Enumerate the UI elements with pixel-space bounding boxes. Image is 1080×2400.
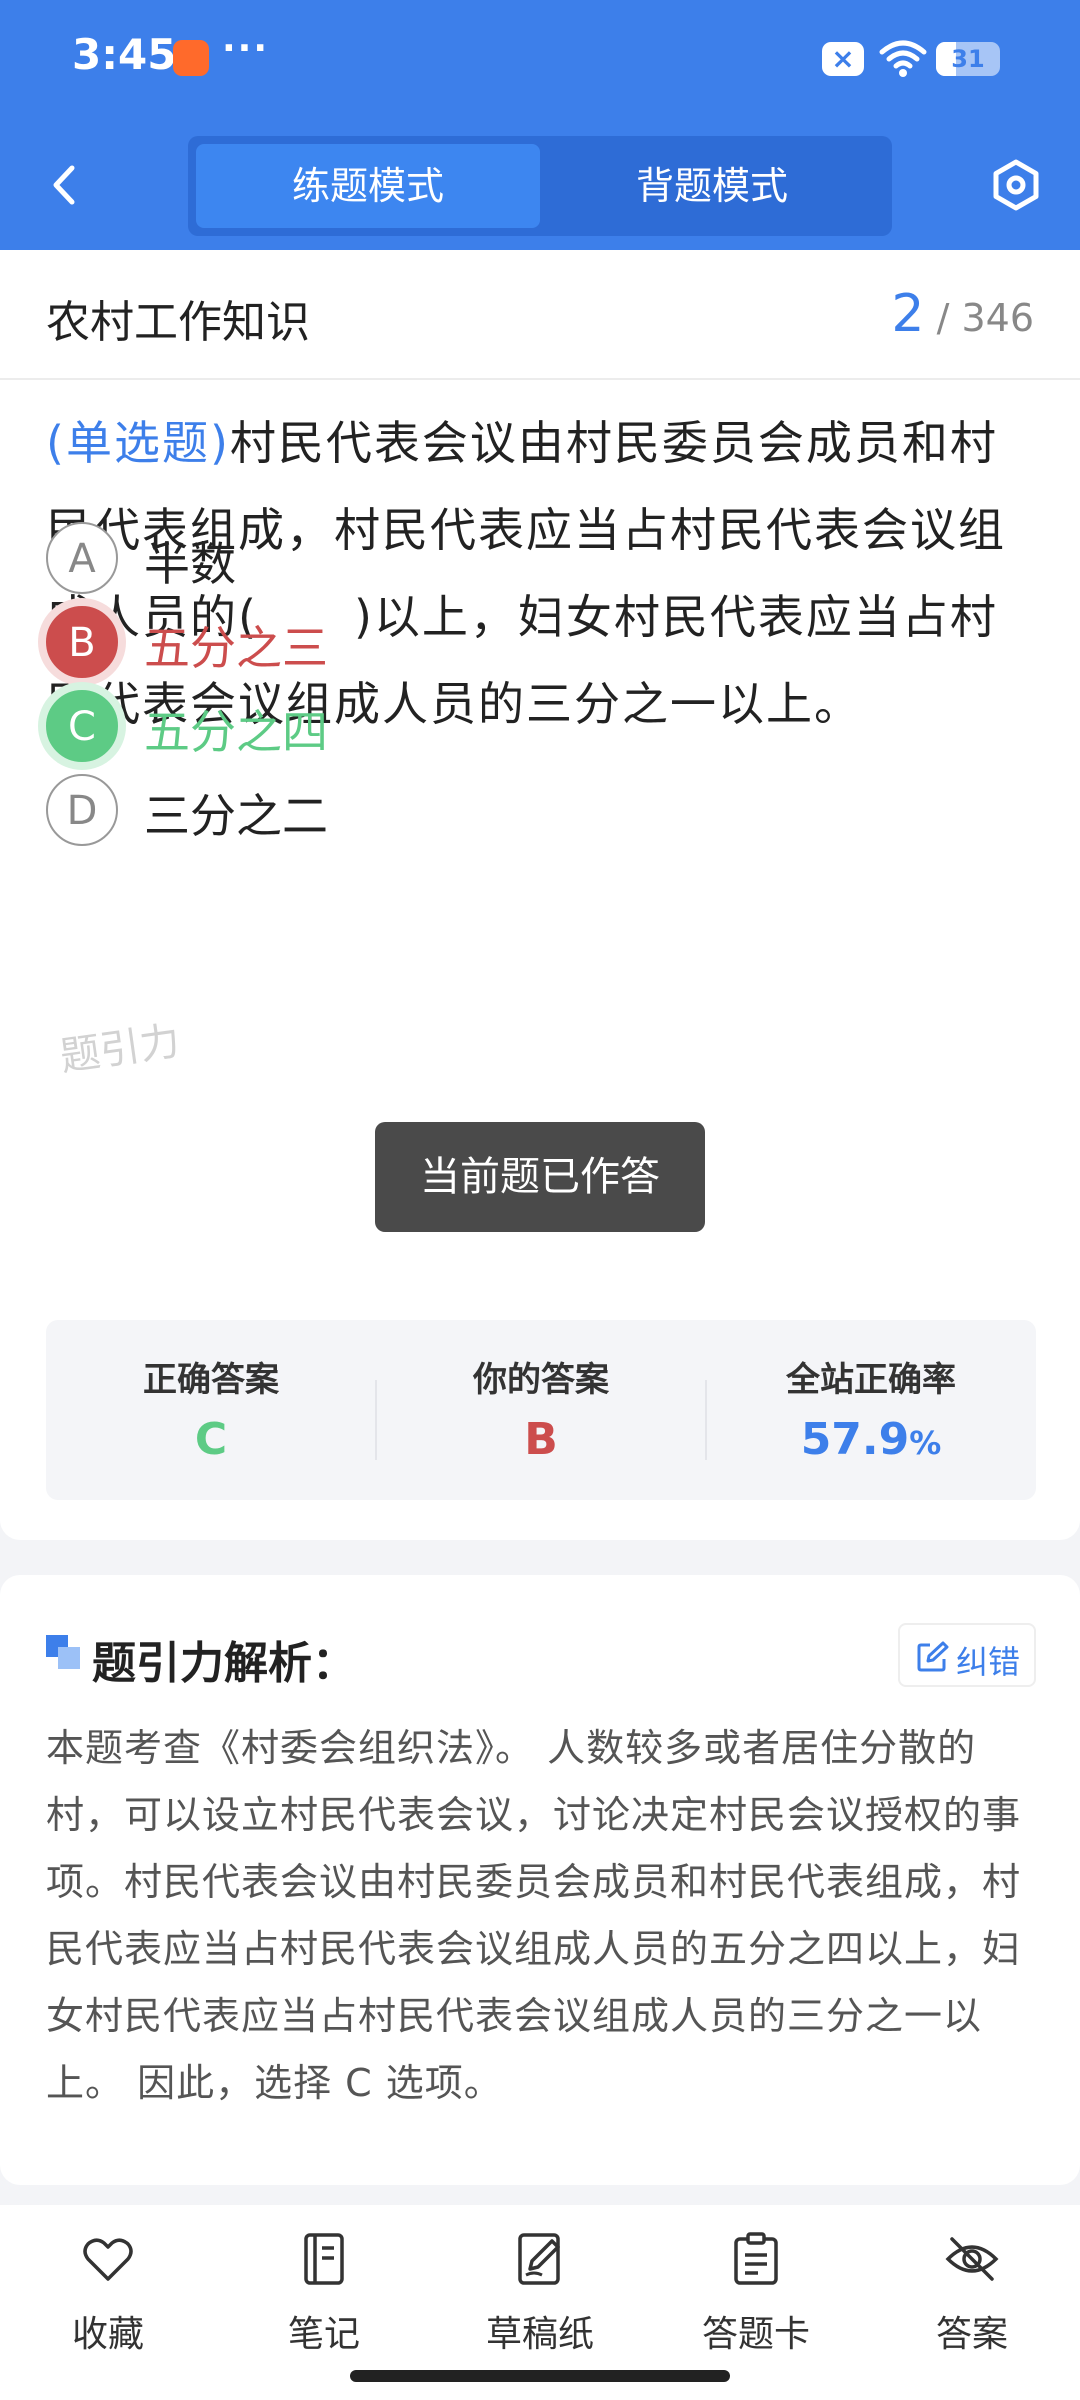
answer-sheet-icon xyxy=(734,2232,778,2285)
current-question-number: 2 xyxy=(891,284,925,344)
correct-answer-stat: 正确答案 C xyxy=(46,1320,376,1500)
your-answer-stat: 你的答案 B xyxy=(376,1320,706,1500)
option-a-text: 半数 xyxy=(144,537,236,591)
analysis-card: 题引力解析： 纠错 本题考查《村委会组织法》。 人数较多或者居住分散的村，可以设… xyxy=(0,1575,1080,2185)
more-notifications-icon: ··· xyxy=(222,28,270,69)
eye-off-icon xyxy=(945,2237,999,2281)
site-accuracy-unit: % xyxy=(909,1424,942,1462)
site-accuracy-value: 57.9% xyxy=(706,1414,1036,1465)
your-answer-value: B xyxy=(524,1414,558,1465)
notes-button[interactable]: 笔记 xyxy=(244,2225,404,2365)
status-time: 3:45 xyxy=(72,30,177,79)
draft-paper-label: 草稿纸 xyxy=(485,2314,594,2355)
option-d-key: D xyxy=(46,774,118,846)
subject-title: 农村工作知识 xyxy=(46,297,310,348)
edit-icon xyxy=(917,1641,949,1672)
back-button[interactable] xyxy=(40,150,90,220)
question-card: 农村工作知识 2 / 346 (单选题)村民代表会议由村民委员会成员和村民代表组… xyxy=(0,250,1080,1540)
question-progress: 2 / 346 xyxy=(891,284,1034,344)
wifi-icon xyxy=(879,40,927,77)
option-c-key: C xyxy=(46,690,118,762)
answer-sheet-button[interactable]: 答题卡 xyxy=(676,2225,836,2365)
status-bar: 3:45 ··· × 31 xyxy=(0,0,1080,120)
notes-label: 笔记 xyxy=(287,2314,360,2355)
answer-stats: 正确答案 C 你的答案 B 全站正确率 57.9% xyxy=(46,1320,1036,1500)
total-questions: / 346 xyxy=(936,296,1034,340)
no-sim-icon: × xyxy=(822,42,864,76)
correct-answer-label: 正确答案 xyxy=(143,1360,279,1400)
report-error-button[interactable]: 纠错 xyxy=(898,1623,1036,1687)
option-d-text: 三分之二 xyxy=(144,789,328,843)
mode-tabs: 练题模式 背题模式 xyxy=(188,136,892,236)
draft-paper-button[interactable]: 草稿纸 xyxy=(460,2225,620,2365)
site-accuracy-stat: 全站正确率 57.9% xyxy=(706,1320,1036,1500)
site-accuracy-label: 全站正确率 xyxy=(786,1360,956,1400)
app-header: 3:45 ··· × 31 练题模式 背题模式 xyxy=(0,0,1080,250)
notebook-icon xyxy=(304,2233,344,2285)
battery-icon: 31 xyxy=(936,42,1000,76)
option-a[interactable]: A 半数 xyxy=(46,522,646,596)
battery-level: 31 xyxy=(951,45,985,73)
report-error-label: 纠错 xyxy=(956,1643,1021,1681)
heart-icon xyxy=(83,2238,133,2281)
draft-paper-icon xyxy=(518,2233,560,2285)
analysis-text: 本题考查《村委会组织法》。 人数较多或者居住分散的村，可以设立村民代表会议，讨论… xyxy=(46,1726,1022,2105)
option-a-key: A xyxy=(46,522,118,594)
favorite-label: 收藏 xyxy=(71,2314,144,2355)
settings-hexagon-icon[interactable] xyxy=(986,150,1046,220)
option-d[interactable]: D 三分之二 xyxy=(46,774,646,848)
show-answer-label: 答案 xyxy=(935,2314,1008,2355)
analysis-icon xyxy=(46,1635,80,1669)
answer-sheet-label: 答题卡 xyxy=(701,2314,810,2355)
option-b-key: B xyxy=(46,606,118,678)
site-accuracy-number: 57.9 xyxy=(800,1414,910,1465)
tab-practice-mode[interactable]: 练题模式 xyxy=(196,144,540,228)
analysis-title: 题引力解析： xyxy=(92,1638,356,1689)
question-type: (单选题) xyxy=(46,416,230,470)
option-b[interactable]: B 五分之三 xyxy=(46,606,646,680)
option-c[interactable]: C 五分之四 xyxy=(46,690,646,764)
option-b-text: 五分之三 xyxy=(144,621,328,675)
option-c-text: 五分之四 xyxy=(144,705,328,759)
home-indicator[interactable] xyxy=(350,2370,730,2382)
subject-row: 农村工作知识 2 / 346 xyxy=(0,250,1080,380)
your-answer-label: 你的答案 xyxy=(473,1360,609,1400)
tab-memorize-mode[interactable]: 背题模式 xyxy=(540,144,884,228)
notification-app-icon xyxy=(173,40,209,76)
favorite-button[interactable]: 收藏 xyxy=(28,2225,188,2365)
toast-message: 当前题已作答 xyxy=(375,1122,705,1232)
correct-answer-value: C xyxy=(194,1414,228,1465)
show-answer-button[interactable]: 答案 xyxy=(892,2225,1052,2365)
